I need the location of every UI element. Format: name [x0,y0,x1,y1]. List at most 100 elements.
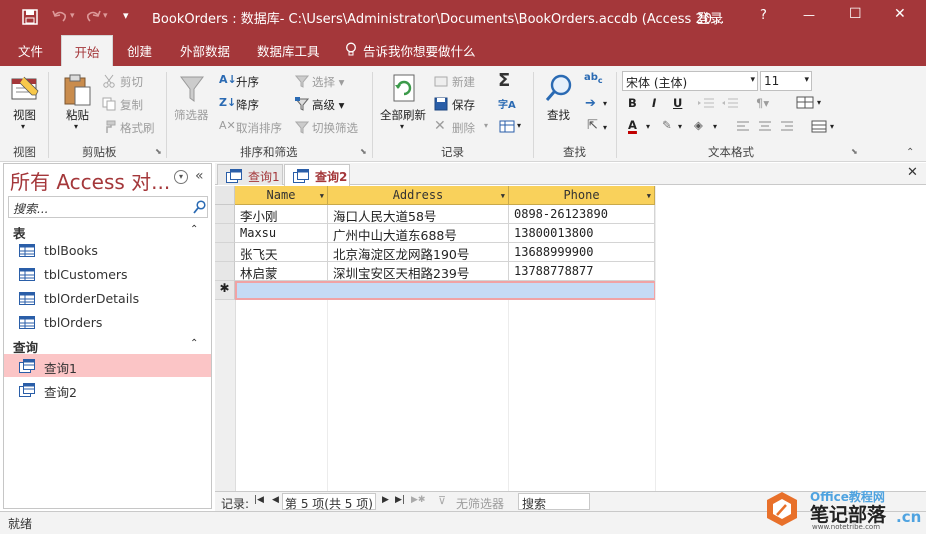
italic-button[interactable]: I [652,96,656,110]
record-search-input[interactable]: 搜索 [518,493,590,511]
sort-filter-dialog-launcher-icon[interactable]: ⬊ [360,147,367,156]
search-icon[interactable] [193,200,206,214]
cut-button[interactable]: 剪切 [120,74,143,90]
font-color-icon[interactable]: A [628,118,637,132]
cell-name[interactable]: 李小刚 [235,205,328,224]
font-name-select[interactable]: 宋体 (主体) ▾ [622,71,758,91]
align-right-icon[interactable] [780,121,794,132]
bold-button[interactable]: B [628,96,637,110]
new-record-button[interactable]: 新建 [452,74,475,90]
nav-menu-dropdown-icon[interactable]: ▾ [174,170,188,184]
align-left-icon[interactable] [736,121,750,132]
more-records-dropdown-icon[interactable]: ▾ [517,121,521,130]
column-filter-dropdown-icon[interactable]: ▼ [501,192,505,200]
cell-phone[interactable]: 0898-26123890 [509,205,655,224]
nav-search-input[interactable]: 搜索... [8,196,208,218]
nav-item-tblorderdetails[interactable]: tblOrderDetails [4,287,211,310]
format-painter-button[interactable]: 格式刷 [120,120,155,136]
tab-external-data[interactable]: 外部数据 [180,41,230,60]
save-record-button[interactable]: 保存 [452,97,475,113]
nav-item-tblbooks[interactable]: tblBooks [4,239,211,262]
gridlines-dropdown-icon[interactable]: ▾ [817,98,821,107]
rtl-icon[interactable]: ¶▾ [756,96,769,110]
column-filter-dropdown-icon[interactable]: ▼ [647,192,651,200]
alternate-row-dropdown-icon[interactable]: ▾ [830,122,834,131]
font-size-select[interactable]: 11 ▾ [760,71,812,91]
advanced-button[interactable]: 高级 ▾ [312,97,344,113]
cell-address[interactable]: 北京海淀区龙网路190号 [328,243,509,262]
login-link[interactable]: 登录 [697,8,723,27]
column-header-phone[interactable]: Phone ▼ [509,186,655,205]
refresh-dropdown-icon[interactable]: ▾ [400,122,404,131]
redo-icon[interactable] [85,9,101,23]
delete-record-button[interactable]: 删除 [452,120,475,136]
cell-address[interactable]: 海口人民大道58号 [328,205,509,224]
column-header-address[interactable]: Address ▼ [328,186,509,205]
indent-decrease-icon[interactable] [721,98,739,110]
current-record-input[interactable]: 第 5 项(共 5 项) [282,493,376,511]
undo-dropdown-icon[interactable]: ▾ [70,11,75,21]
no-filter-indicator[interactable]: 无筛选器 [456,495,504,512]
font-color-dropdown-icon[interactable]: ▾ [646,122,650,131]
row-selector[interactable] [215,243,235,262]
save-icon[interactable] [22,9,38,25]
tell-me-search[interactable]: 告诉我你想要做什么 [363,41,476,60]
cell-phone[interactable]: 13800013800 [509,224,655,243]
tab-create[interactable]: 创建 [127,41,152,60]
cell-address[interactable]: 深圳宝安区天相路239号 [328,262,509,281]
nav-item-tblcustomers[interactable]: tblCustomers [4,263,211,286]
replace-icon[interactable]: abc [584,72,603,85]
cell-address[interactable]: 广州中山大道东688号 [328,224,509,243]
toggle-filter-button[interactable]: 切换筛选 [312,120,358,136]
tab-home[interactable]: 开始 [61,35,113,66]
section-collapse-icon[interactable]: ⌃ [190,224,198,235]
maximize-button[interactable]: ☐ [849,6,862,22]
highlight-dropdown-icon[interactable]: ▾ [678,122,682,131]
nav-item-query2[interactable]: 查询2 [4,378,211,401]
sort-descending-button[interactable]: 降序 [236,97,259,113]
section-collapse-icon[interactable]: ⌃ [190,338,198,349]
goto-dropdown-icon[interactable]: ▾ [603,99,607,108]
filter-button[interactable]: 筛选器 [174,107,209,123]
nav-item-query1[interactable]: 查询1 [4,354,211,377]
new-record-row[interactable] [235,281,656,300]
fill-color-icon[interactable]: ◈ [694,118,703,132]
find-button[interactable]: 查找 [547,107,570,123]
selection-button[interactable]: 选择 ▾ [312,74,344,90]
row-selector[interactable] [215,224,235,243]
clipboard-dialog-launcher-icon[interactable]: ⬊ [155,147,162,156]
help-button[interactable]: ? [760,8,767,23]
column-header-name[interactable]: Name ▼ [235,186,328,205]
refresh-all-button[interactable]: 全部刷新 [380,107,426,123]
align-center-icon[interactable] [758,121,772,132]
copy-button[interactable]: 复制 [120,97,143,113]
remove-sort-button[interactable]: 取消排序 [236,120,282,136]
new-row-selector[interactable]: ✱ [215,281,235,300]
nav-section-queries[interactable]: 查询 ⌃ [4,335,211,355]
select-all-corner[interactable] [215,186,235,205]
doc-tab-query2[interactable]: 查询2 [284,164,350,186]
indent-increase-icon[interactable] [697,98,715,110]
nav-section-tables[interactable]: 表 ⌃ [4,221,211,241]
nav-pane-title[interactable]: 所有 Access 对... [10,166,170,195]
tab-database-tools[interactable]: 数据库工具 [257,41,320,60]
first-record-button[interactable]: |◀ [254,495,264,505]
goto-icon[interactable]: ➔ [585,96,596,111]
view-dropdown-icon[interactable]: ▾ [21,122,25,131]
tab-file[interactable]: 文件 [18,41,43,60]
next-record-button[interactable]: ▶ [382,495,389,505]
sort-ascending-button[interactable]: 升序 [236,74,259,90]
cell-phone[interactable]: 13688999900 [509,243,655,262]
collapse-ribbon-icon[interactable]: ⌃ [906,147,914,158]
undo-icon[interactable] [52,9,68,23]
cell-name[interactable]: Maxsu [235,224,328,243]
select-dropdown-icon[interactable]: ▾ [603,123,607,132]
spelling-icon[interactable]: 字A [498,96,516,111]
paste-dropdown-icon[interactable]: ▾ [74,122,78,131]
close-document-button[interactable]: ✕ [907,165,918,180]
delete-dropdown-icon[interactable]: ▾ [484,121,488,130]
row-selector[interactable] [215,205,235,224]
customize-qat-button[interactable]: ▾ [123,9,129,22]
alternate-row-color-icon[interactable] [811,120,827,133]
cell-name[interactable]: 张飞天 [235,243,328,262]
